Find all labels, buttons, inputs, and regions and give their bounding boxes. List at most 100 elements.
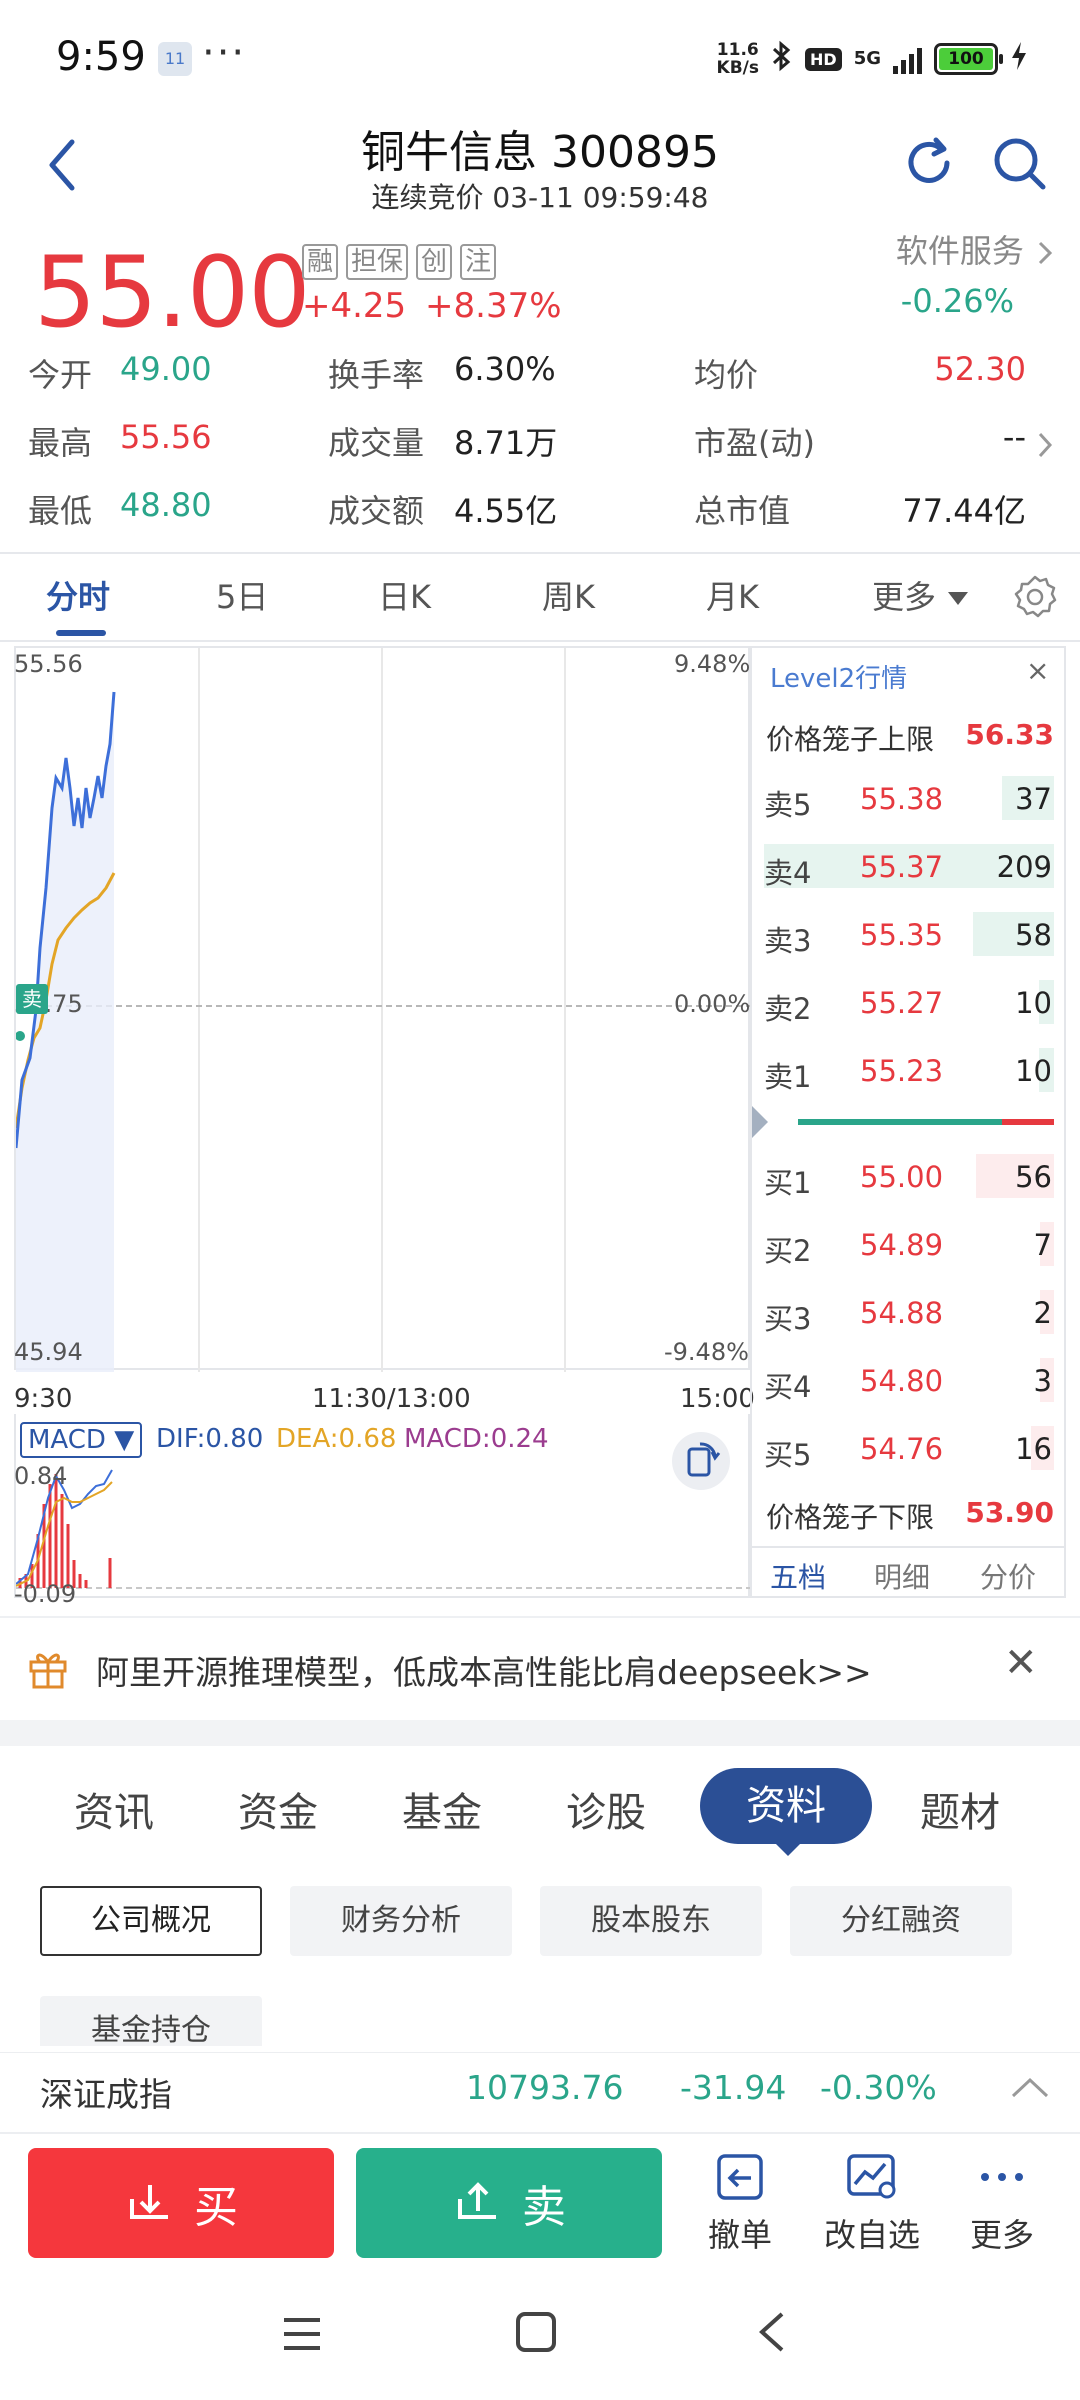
subtab-fund-holdings-wrapper: 基金持仓 [40,1996,262,2046]
high-value: 55.56 [120,418,212,456]
tab-weekly-k[interactable]: 周K [542,572,595,618]
ask-volume: 58 [1015,918,1052,952]
close-icon[interactable]: × [1026,654,1049,687]
network-type: 5G [853,48,881,69]
charging-icon [1010,40,1028,79]
macd-dif: DIF:0.80 [156,1424,264,1454]
tab-more[interactable]: 更多 [872,572,970,618]
ask-row-3[interactable]: 卖3 55.35 58 [752,906,1064,966]
bid-price: 54.88 [860,1296,944,1330]
tab-themes[interactable]: 题材 [920,1780,1000,1838]
bid-row-2[interactable]: 买2 54.89 7 [752,1216,1064,1276]
subtab-shareholders[interactable]: 股本股东 [540,1886,762,1956]
subtab-company-overview[interactable]: 公司概况 [40,1886,262,1956]
sector-link[interactable]: 软件服务 [896,226,1056,272]
ask-volume: 37 [1015,782,1052,816]
ask-price: 55.35 [860,918,944,952]
bid-row-4[interactable]: 买4 54.80 3 [752,1352,1064,1412]
tab-5day[interactable]: 5日 [216,572,268,618]
active-tab-pointer [774,1842,802,1856]
tab-funds[interactable]: 基金 [402,1780,482,1838]
expand-stats-icon[interactable] [1034,430,1056,460]
divider [752,1546,1064,1548]
bid-row-1[interactable]: 买1 55.00 56 [752,1148,1064,1208]
watchlist-icon [847,2154,896,2199]
time-end: 15:00 [680,1384,755,1414]
sell-button[interactable]: 卖 [356,2148,662,2258]
bid-level-label: 买2 [764,1234,812,1268]
refresh-icon[interactable] [900,134,958,192]
bid-price: 54.89 [860,1228,944,1262]
subtab-dividends[interactable]: 分红融资 [790,1886,1012,1956]
more-button[interactable]: 更多 [942,2148,1062,2256]
macd-indicator-select[interactable]: MACD ▼ [20,1422,143,1458]
pe-label: 市盈(动) [694,424,815,462]
macd-value: MACD:0.24 [404,1424,549,1454]
lower-limit-label: 价格笼子下限 [766,1501,935,1534]
status-time: 9:59 [56,34,146,80]
macd-y-top: 0.84 [14,1462,68,1490]
y-axis-top: 55.56 [14,650,83,678]
ask-volume: 10 [1015,1054,1052,1088]
pct-axis-top: 9.48% [674,650,751,678]
tab-details[interactable]: 明细 [874,1556,930,1596]
pct-axis-bottom: -9.48% [664,1338,749,1366]
ad-banner-text[interactable]: 阿里开源推理模型，低成本高性能比肩deepseek>> [96,1646,872,1694]
system-back-icon[interactable] [752,2308,792,2356]
bid-row-5[interactable]: 买5 54.76 16 [752,1420,1064,1480]
tab-intraday[interactable]: 分时 [46,572,110,618]
chevron-up-icon[interactable] [1010,2074,1050,2100]
edit-watchlist-button[interactable]: 改自选 [812,2148,932,2256]
volume-label: 成交量 [328,424,425,462]
tab-news[interactable]: 资讯 [74,1780,154,1838]
expand-arrow-icon[interactable] [752,1106,768,1138]
sell-icon [458,2182,496,2219]
tab-daily-k[interactable]: 日K [378,572,431,618]
subtab-fund-holdings[interactable]: 基金持仓 [40,1996,262,2046]
gear-icon[interactable] [1012,574,1058,620]
tab-price-volume[interactable]: 分价 [980,1556,1036,1596]
bid-volume: 7 [1033,1228,1052,1262]
registration-tag: 注 [460,244,497,280]
sell-marker[interactable]: 卖 [16,984,48,1014]
price-area [16,692,114,1372]
stock-tags: 融 担保 创 注 [302,244,497,280]
gift-icon [29,1653,67,1689]
buy-button[interactable]: 买 [28,2148,334,2258]
bid-price: 54.80 [860,1364,944,1398]
ask-row-5[interactable]: 卖1 55.23 10 [752,1042,1064,1102]
search-icon[interactable] [990,134,1048,192]
ask-level-label: 卖2 [764,992,812,1026]
subtab-financial-analysis[interactable]: 财务分析 [290,1886,512,1956]
y-axis-bottom: 45.94 [14,1338,83,1366]
cancel-order-button[interactable]: 撤单 [680,2148,800,2256]
intraday-chart[interactable] [14,646,752,1372]
tab-diagnosis[interactable]: 诊股 [566,1780,646,1838]
price-change: +4.25 +8.37% [302,286,562,326]
bid-price: 55.00 [860,1160,944,1194]
level2-title[interactable]: Level2行情 [770,658,907,695]
index-change-pct: -0.30% [820,2068,937,2107]
tab-five-levels[interactable]: 五档 [770,1556,826,1596]
ask-level-label: 卖4 [764,856,812,890]
ask-price: 55.23 [860,1054,944,1088]
close-ad-icon[interactable]: ✕ [1004,1640,1038,1686]
tab-monthly-k[interactable]: 月K [706,572,759,618]
ask-row-2[interactable]: 卖4 55.37 209 [752,838,1064,898]
home-icon[interactable] [514,2310,558,2354]
bid-row-3[interactable]: 买3 54.88 2 [752,1284,1064,1344]
ask-row-1[interactable]: 卖5 55.38 37 [752,770,1064,830]
ask-row-4[interactable]: 卖2 55.27 10 [752,974,1064,1034]
rotate-screen-icon[interactable] [672,1432,730,1490]
tab-funds-flow[interactable]: 资金 [238,1780,318,1838]
gem-tag: 创 [416,244,453,280]
macd-y-bottom: -0.09 [14,1580,77,1608]
chevron-right-icon [1038,241,1053,265]
pct-axis-mid: 0.00% [674,990,751,1018]
divider [0,1616,1080,1618]
amount-label: 成交额 [328,492,425,530]
tab-profile[interactable]: 资料 [700,1768,872,1844]
dropdown-icon [948,592,969,605]
recent-apps-icon[interactable] [280,2312,324,2356]
ask-price: 55.27 [860,986,944,1020]
